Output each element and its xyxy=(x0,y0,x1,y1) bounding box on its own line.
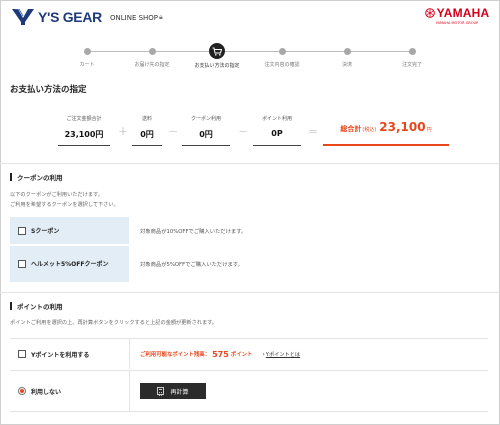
point-note: ポイントご利用を選択の上、再計算ボタンをクリックすると上記の金額が更新されます。 xyxy=(10,320,217,326)
points-used-block: ポイント利用 0P xyxy=(253,114,301,146)
yamaha-emblem-icon xyxy=(424,8,435,18)
coupon-desc: 対象商品が10%OFFでご購入いただけます。 xyxy=(130,217,488,244)
calculator-icon xyxy=(157,387,165,396)
shipping-value: 0円 xyxy=(140,130,154,139)
coupon-desc: 対象商品が5%OFFでご購入いただけます。 xyxy=(130,246,488,282)
step-delivery: お届け先の指定 xyxy=(122,42,182,68)
chevron-right-icon: › xyxy=(262,350,265,358)
point-section-title: ポイントの利用 xyxy=(10,301,63,311)
coupon-note: 以下のクーポンがご利用いただけます。 ご利用を希望するクーポンを選択して下さい。 xyxy=(10,192,119,208)
no-points-row[interactable]: 利用しない 再計算 xyxy=(10,370,488,412)
step-settlement: 決済 xyxy=(317,42,377,68)
checkout-stepper: カート お届け先の指定 お支払い方法の指定 注文内容の確認 決済 注文完了 xyxy=(60,42,440,72)
site-header: Y'S GEAR ONLINE SHOP 🔒︎ YAMAHA YAMAHA MO… xyxy=(0,0,500,36)
online-shop-label: ONLINE SHOP xyxy=(110,14,159,22)
available-points-unit: ポイント xyxy=(230,352,253,358)
coupon-checkbox[interactable] xyxy=(18,260,26,268)
grand-total-label: 総合計 xyxy=(340,125,362,133)
step-payment: お支払い方法の指定 xyxy=(187,42,247,69)
subtotal-value: 23,100円 xyxy=(64,130,104,139)
divider xyxy=(0,292,500,293)
no-points-label: 利用しない xyxy=(31,388,62,396)
coupon-name: ヘルメット5%OFFクーポン xyxy=(31,260,109,268)
page-title: お支払い方法の指定 xyxy=(10,85,87,95)
price-summary: ご注文金額合計 23,100円 + 送料 0円 − クーポン利用 0円 − ポイ… xyxy=(58,114,449,148)
coupon-section-title: クーポンの利用 xyxy=(10,172,63,182)
coupon-row[interactable]: Sクーポン 対象商品が10%OFFでご購入いただけます。 xyxy=(10,216,488,244)
subtotal-block: ご注文金額合計 23,100円 xyxy=(58,114,110,146)
shipping-block: 送料 0円 xyxy=(132,114,162,146)
ysgear-mark-icon xyxy=(12,8,34,25)
no-points-radio[interactable] xyxy=(18,387,26,395)
ypoint-info-link[interactable]: Yポイントとは xyxy=(266,351,300,358)
step-confirm: 注文内容の確認 xyxy=(252,42,312,68)
coupon-discount-label: クーポン利用 xyxy=(190,116,221,122)
grand-total-value: 23,100 xyxy=(379,120,426,134)
lock-icon: 🔒︎ xyxy=(159,13,163,21)
cart-icon xyxy=(212,47,222,56)
minus-sign: − xyxy=(238,124,249,138)
recalculate-button[interactable]: 再計算 xyxy=(140,383,206,399)
coupon-name: Sクーポン xyxy=(31,228,60,235)
coupon-discount-block: クーポン利用 0円 xyxy=(182,114,230,146)
shipping-label: 送料 xyxy=(141,116,152,122)
use-points-label: Yポイントを利用する xyxy=(31,351,90,359)
divider xyxy=(0,163,500,164)
subtotal-label: ご注文金額合計 xyxy=(66,116,102,122)
plus-sign: + xyxy=(118,124,129,138)
coupon-row[interactable]: ヘルメット5%OFFクーポン 対象商品が5%OFFでご購入いただけます。 xyxy=(10,245,488,282)
grand-total: 総合計 (税込) 23,100 円 xyxy=(323,120,449,146)
step-cart: カート xyxy=(57,42,117,68)
minus-sign: − xyxy=(168,124,179,138)
yamaha-wordmark: YAMAHA xyxy=(436,6,490,20)
use-points-checkbox[interactable] xyxy=(18,350,26,358)
yamaha-group-label: YAMAHA MOTOR GROUP xyxy=(435,21,479,25)
step-complete: 注文完了 xyxy=(382,42,442,68)
points-used-value: 0P xyxy=(271,129,283,138)
ysgear-logo[interactable]: Y'S GEAR xyxy=(12,8,102,25)
points-used-label: ポイント利用 xyxy=(261,116,292,122)
grand-total-unit: 円 xyxy=(426,127,432,133)
tax-included-label: (税込) xyxy=(362,127,377,133)
available-points-value: 575 xyxy=(212,349,229,359)
brand-name: Y'S GEAR xyxy=(38,9,102,25)
yamaha-logo[interactable]: YAMAHA YAMAHA MOTOR GROUP xyxy=(424,6,490,25)
equals-sign: = xyxy=(308,124,319,138)
coupon-discount-value: 0円 xyxy=(199,130,213,139)
use-points-row[interactable]: Yポイントを利用する ご利用可能なポイント残高： 575 ポイント › Yポイン… xyxy=(10,338,488,369)
coupon-checkbox[interactable] xyxy=(18,226,26,235)
available-points-label: ご利用可能なポイント残高： xyxy=(140,352,211,358)
